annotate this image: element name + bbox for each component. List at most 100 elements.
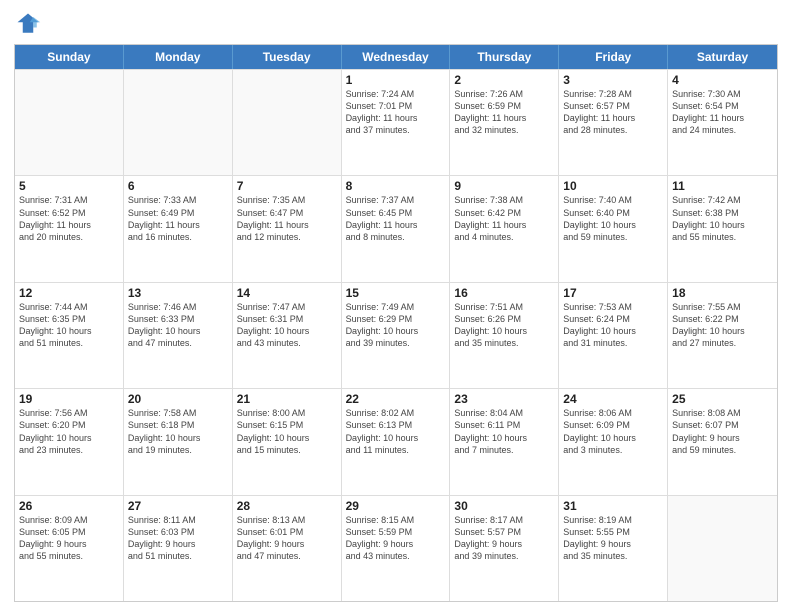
day-number: 17 <box>563 286 663 300</box>
cell-info-line: Sunset: 6:40 PM <box>563 207 663 219</box>
cell-info-line: Sunset: 6:15 PM <box>237 419 337 431</box>
cell-info-line: Daylight: 10 hours <box>563 219 663 231</box>
cell-info-line: Sunset: 6:09 PM <box>563 419 663 431</box>
calendar-cell: 15Sunrise: 7:49 AMSunset: 6:29 PMDayligh… <box>342 283 451 388</box>
day-number: 28 <box>237 499 337 513</box>
day-number: 12 <box>19 286 119 300</box>
day-number: 2 <box>454 73 554 87</box>
header <box>14 10 778 38</box>
cell-info-line: Sunrise: 8:00 AM <box>237 407 337 419</box>
calendar-cell: 26Sunrise: 8:09 AMSunset: 6:05 PMDayligh… <box>15 496 124 601</box>
calendar-cell: 31Sunrise: 8:19 AMSunset: 5:55 PMDayligh… <box>559 496 668 601</box>
cell-info-line: and 59 minutes. <box>672 444 773 456</box>
day-number: 24 <box>563 392 663 406</box>
cell-info-line: Daylight: 10 hours <box>19 432 119 444</box>
calendar-cell: 18Sunrise: 7:55 AMSunset: 6:22 PMDayligh… <box>668 283 777 388</box>
cell-info-line: Sunset: 6:35 PM <box>19 313 119 325</box>
cell-info-line: Sunrise: 7:38 AM <box>454 194 554 206</box>
cell-info-line: and 43 minutes. <box>346 550 446 562</box>
cell-info-line: Sunset: 6:01 PM <box>237 526 337 538</box>
day-number: 25 <box>672 392 773 406</box>
cell-info-line: and 47 minutes. <box>237 550 337 562</box>
calendar-cell: 5Sunrise: 7:31 AMSunset: 6:52 PMDaylight… <box>15 176 124 281</box>
calendar-cell: 3Sunrise: 7:28 AMSunset: 6:57 PMDaylight… <box>559 70 668 175</box>
cell-info-line: Daylight: 11 hours <box>19 219 119 231</box>
cell-info-line: Sunset: 6:18 PM <box>128 419 228 431</box>
cell-info-line: Daylight: 11 hours <box>672 112 773 124</box>
day-number: 19 <box>19 392 119 406</box>
cell-info-line: and 39 minutes. <box>454 550 554 562</box>
calendar-row: 12Sunrise: 7:44 AMSunset: 6:35 PMDayligh… <box>15 282 777 388</box>
cell-info-line: Sunrise: 7:30 AM <box>672 88 773 100</box>
logo <box>14 10 46 38</box>
cell-info-line: Daylight: 10 hours <box>346 432 446 444</box>
calendar-row: 1Sunrise: 7:24 AMSunset: 7:01 PMDaylight… <box>15 69 777 175</box>
cell-info-line: Daylight: 11 hours <box>454 112 554 124</box>
cell-info-line: and 31 minutes. <box>563 337 663 349</box>
weekday-header: Wednesday <box>342 45 451 69</box>
cell-info-line: Sunset: 6:33 PM <box>128 313 228 325</box>
cell-info-line: Sunset: 6:26 PM <box>454 313 554 325</box>
cell-info-line: and 11 minutes. <box>346 444 446 456</box>
weekday-header: Tuesday <box>233 45 342 69</box>
cell-info-line: Sunset: 6:31 PM <box>237 313 337 325</box>
cell-info-line: Sunset: 6:49 PM <box>128 207 228 219</box>
cell-info-line: Daylight: 10 hours <box>454 432 554 444</box>
cell-info-line: and 32 minutes. <box>454 124 554 136</box>
calendar-cell: 4Sunrise: 7:30 AMSunset: 6:54 PMDaylight… <box>668 70 777 175</box>
day-number: 26 <box>19 499 119 513</box>
cell-info-line: Sunrise: 7:40 AM <box>563 194 663 206</box>
calendar-cell: 6Sunrise: 7:33 AMSunset: 6:49 PMDaylight… <box>124 176 233 281</box>
day-number: 10 <box>563 179 663 193</box>
cell-info-line: Daylight: 11 hours <box>237 219 337 231</box>
day-number: 9 <box>454 179 554 193</box>
cell-info-line: Sunset: 6:38 PM <box>672 207 773 219</box>
cell-info-line: Sunrise: 8:11 AM <box>128 514 228 526</box>
calendar-cell <box>15 70 124 175</box>
cell-info-line: Sunrise: 8:19 AM <box>563 514 663 526</box>
cell-info-line: Sunrise: 8:02 AM <box>346 407 446 419</box>
cell-info-line: Daylight: 10 hours <box>672 219 773 231</box>
cell-info-line: and 19 minutes. <box>128 444 228 456</box>
weekday-header: Sunday <box>15 45 124 69</box>
calendar-cell: 14Sunrise: 7:47 AMSunset: 6:31 PMDayligh… <box>233 283 342 388</box>
cell-info-line: Sunset: 6:13 PM <box>346 419 446 431</box>
cell-info-line: Sunset: 6:20 PM <box>19 419 119 431</box>
day-number: 30 <box>454 499 554 513</box>
cell-info-line: Sunset: 5:59 PM <box>346 526 446 538</box>
day-number: 18 <box>672 286 773 300</box>
calendar-cell: 17Sunrise: 7:53 AMSunset: 6:24 PMDayligh… <box>559 283 668 388</box>
calendar-cell: 12Sunrise: 7:44 AMSunset: 6:35 PMDayligh… <box>15 283 124 388</box>
cell-info-line: Sunset: 5:55 PM <box>563 526 663 538</box>
weekday-header: Monday <box>124 45 233 69</box>
weekday-header: Friday <box>559 45 668 69</box>
cell-info-line: Daylight: 9 hours <box>19 538 119 550</box>
calendar-cell: 23Sunrise: 8:04 AMSunset: 6:11 PMDayligh… <box>450 389 559 494</box>
cell-info-line: and 47 minutes. <box>128 337 228 349</box>
cell-info-line: and 12 minutes. <box>237 231 337 243</box>
calendar-cell: 11Sunrise: 7:42 AMSunset: 6:38 PMDayligh… <box>668 176 777 281</box>
day-number: 23 <box>454 392 554 406</box>
cell-info-line: Sunrise: 8:13 AM <box>237 514 337 526</box>
cell-info-line: Daylight: 10 hours <box>454 325 554 337</box>
cell-info-line: and 35 minutes. <box>563 550 663 562</box>
cell-info-line: Sunrise: 7:53 AM <box>563 301 663 313</box>
cell-info-line: Sunrise: 7:46 AM <box>128 301 228 313</box>
cell-info-line: Sunrise: 7:35 AM <box>237 194 337 206</box>
day-number: 16 <box>454 286 554 300</box>
cell-info-line: and 16 minutes. <box>128 231 228 243</box>
calendar-cell: 2Sunrise: 7:26 AMSunset: 6:59 PMDaylight… <box>450 70 559 175</box>
cell-info-line: Sunrise: 7:33 AM <box>128 194 228 206</box>
calendar-body: 1Sunrise: 7:24 AMSunset: 7:01 PMDaylight… <box>15 69 777 601</box>
calendar-cell <box>124 70 233 175</box>
cell-info-line: Daylight: 11 hours <box>454 219 554 231</box>
cell-info-line: and 3 minutes. <box>563 444 663 456</box>
calendar-cell: 29Sunrise: 8:15 AMSunset: 5:59 PMDayligh… <box>342 496 451 601</box>
cell-info-line: Sunrise: 7:55 AM <box>672 301 773 313</box>
calendar-row: 19Sunrise: 7:56 AMSunset: 6:20 PMDayligh… <box>15 388 777 494</box>
cell-info-line: and 43 minutes. <box>237 337 337 349</box>
cell-info-line: and 51 minutes. <box>128 550 228 562</box>
cell-info-line: Sunset: 7:01 PM <box>346 100 446 112</box>
cell-info-line: Sunrise: 8:06 AM <box>563 407 663 419</box>
cell-info-line: and 7 minutes. <box>454 444 554 456</box>
